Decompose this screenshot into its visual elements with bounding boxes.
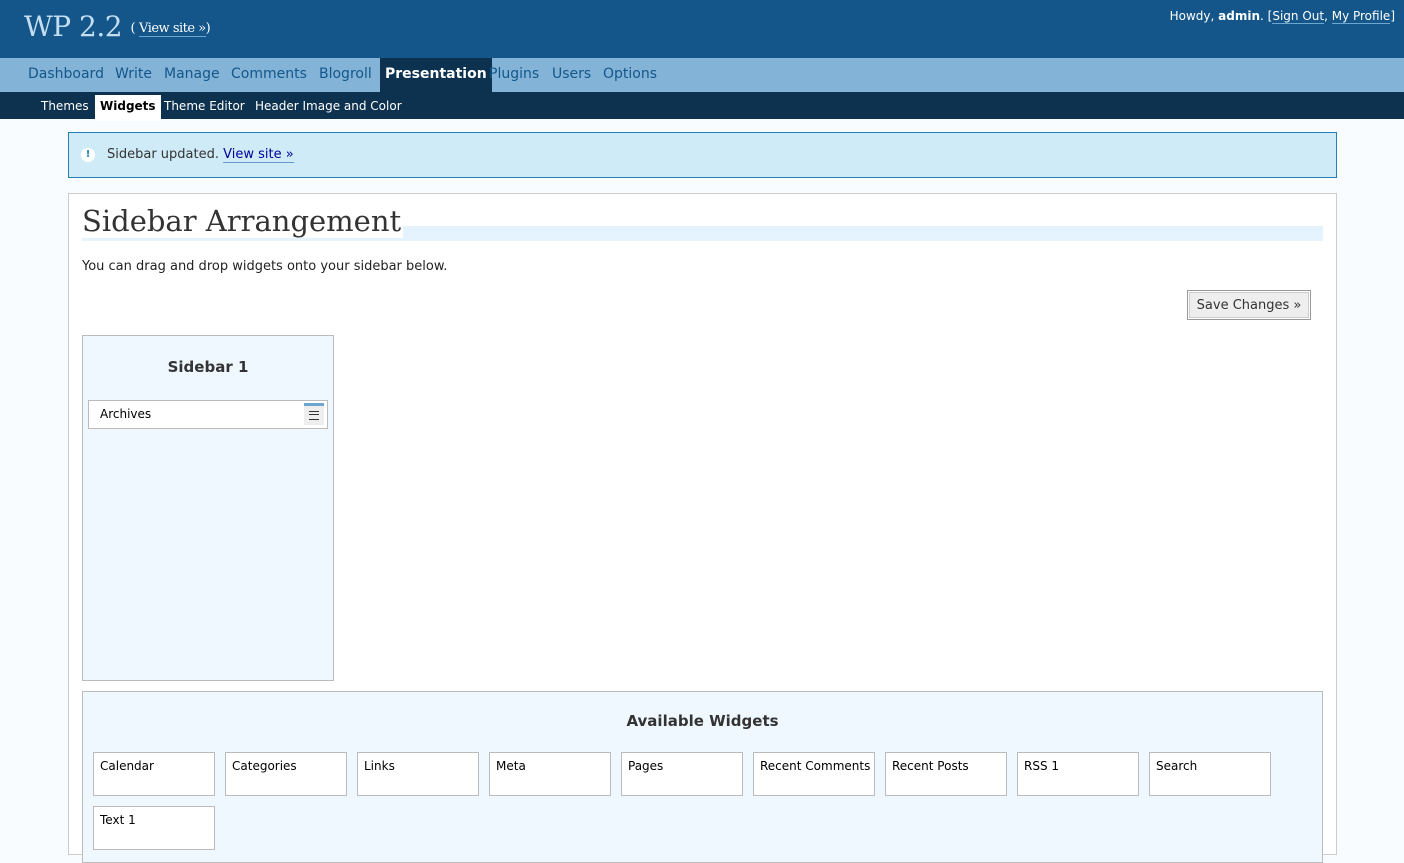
page-title: Sidebar Arrangement (82, 204, 404, 238)
site-title-text: WP 2.2 (24, 10, 123, 43)
view-site-link[interactable]: View site » (139, 21, 206, 37)
widget-calendar[interactable]: Calendar (93, 752, 215, 796)
widget-categories[interactable]: Categories (225, 752, 347, 796)
widget-label: Recent Posts (892, 759, 969, 773)
menu-item-manage[interactable]: Manage (159, 58, 225, 92)
menu-item-plugins[interactable]: Plugins (484, 58, 544, 92)
sidebar-title: Sidebar 1 (167, 358, 249, 376)
widget-label: Categories (232, 759, 297, 773)
menu-item-users[interactable]: Users (547, 58, 596, 92)
widget-label: Archives (100, 407, 152, 421)
site-title: WP 2.2 (View site ») (24, 10, 211, 43)
widget-meta[interactable]: Meta (489, 752, 611, 796)
menu-item-options[interactable]: Options (598, 58, 662, 92)
username: admin (1218, 9, 1261, 23)
widget-text-1[interactable]: Text 1 (93, 806, 215, 850)
intro-text: You can drag and drop widgets onto your … (82, 259, 448, 274)
update-notice: ! Sidebar updated. View site » (68, 132, 1337, 178)
menu-item-presentation[interactable]: Presentation (380, 58, 492, 92)
widget-label: Text 1 (100, 813, 136, 827)
sidebar-dropzone[interactable]: Sidebar 1 Archives (82, 335, 334, 681)
widget-label: RSS 1 (1024, 759, 1060, 773)
widget-links[interactable]: Links (357, 752, 479, 796)
howdy-text: Howdy, (1169, 9, 1215, 23)
main-content: Sidebar Arrangement You can drag and dro… (68, 193, 1337, 863)
widget-label: Meta (496, 759, 526, 773)
admin-header: WP 2.2 (View site ») Howdy, admin. [Sign… (0, 0, 1404, 58)
menu-item-write[interactable]: Write (110, 58, 157, 92)
available-widgets-panel: Available Widgets Calendar Categories Li… (82, 691, 1323, 863)
menu-item-dashboard[interactable]: Dashboard (23, 58, 109, 92)
submenu-item-theme-editor[interactable]: Theme Editor (159, 93, 250, 119)
info-icon: ! (81, 148, 95, 162)
submenu-item-widgets[interactable]: Widgets (95, 95, 161, 121)
widget-rss-1[interactable]: RSS 1 (1017, 752, 1139, 796)
submenu-item-themes[interactable]: Themes (36, 93, 94, 119)
admin-submenu: Themes Widgets Theme Editor Header Image… (0, 93, 1404, 121)
available-widgets-title: Available Widgets (626, 712, 779, 730)
menu-item-comments[interactable]: Comments (226, 58, 312, 92)
widget-recent-comments[interactable]: Recent Comments (753, 752, 875, 796)
widget-label: Links (364, 759, 395, 773)
notice-view-site-link[interactable]: View site » (223, 147, 294, 163)
widget-search[interactable]: Search (1149, 752, 1271, 796)
menu-item-blogroll[interactable]: Blogroll (314, 58, 377, 92)
widget-recent-posts[interactable]: Recent Posts (885, 752, 1007, 796)
widget-label: Calendar (100, 759, 154, 773)
save-changes-button[interactable]: Save Changes » (1187, 290, 1311, 320)
notice-text: Sidebar updated. (107, 147, 219, 162)
notice-message: Sidebar updated. View site » (107, 147, 294, 163)
widget-label: Pages (628, 759, 664, 773)
submenu-item-header-image[interactable]: Header Image and Color (250, 93, 407, 119)
sidebar-widget-archives[interactable]: Archives (88, 400, 328, 429)
widget-pages[interactable]: Pages (621, 752, 743, 796)
widget-label: Search (1156, 759, 1198, 773)
my-profile-link[interactable]: My Profile (1331, 9, 1391, 24)
widget-controls-icon[interactable] (304, 403, 324, 425)
admin-menu: Dashboard Write Manage Comments Blogroll… (0, 58, 1404, 93)
sign-out-link[interactable]: Sign Out (1272, 9, 1325, 24)
user-info: Howdy, admin. [Sign Out, My Profile] (1169, 9, 1395, 24)
widget-label: Recent Comments (760, 759, 871, 773)
